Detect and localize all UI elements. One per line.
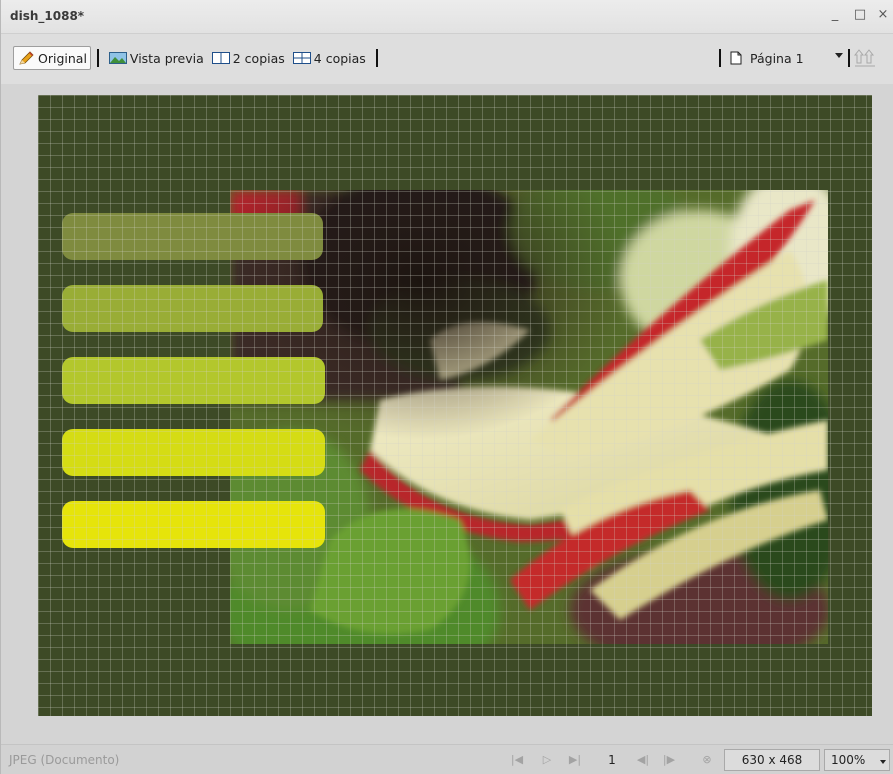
color-swatch-bar[interactable] [62, 285, 323, 332]
first-page-icon[interactable]: |◀ [510, 751, 524, 769]
status-bar: JPEG (Documento) |◀ ▷ ▶| 1 ◀| |▶ ⊗ 630 x… [1, 744, 893, 774]
chevron-down-icon [880, 760, 886, 764]
original-view-label: Original [38, 50, 87, 66]
color-swatch-bar[interactable] [62, 357, 325, 404]
preview-view-button[interactable]: Vista previa [105, 46, 208, 70]
page-select-value: Página 1 [750, 50, 804, 66]
pencil-icon [17, 51, 35, 65]
stop-icon[interactable]: ⊗ [700, 751, 714, 769]
original-view-button[interactable]: Original [13, 46, 91, 70]
title-bar: dish_1088* _ □ × [1, 0, 893, 34]
toolbar-separator [96, 49, 99, 67]
last-page-icon[interactable]: ▶| [568, 751, 582, 769]
canvas-area[interactable] [1, 84, 893, 744]
forward-icon[interactable]: |▶ [661, 751, 677, 769]
four-copies-label: 4 copias [313, 50, 366, 66]
landscape-image-icon [108, 51, 127, 65]
color-swatch-bar[interactable] [62, 501, 325, 548]
zoom-select[interactable]: 100% [824, 749, 890, 771]
four-panel-icon [292, 51, 311, 65]
image-dimensions: 630 x 468 [724, 749, 820, 771]
design-canvas[interactable] [38, 95, 872, 716]
window-title: dish_1088* [10, 9, 85, 23]
view-toolbar: Original Vista previa 2 copias 4 copias … [1, 34, 893, 84]
document-window: dish_1088* _ □ × Original Vista previa 2… [0, 0, 893, 774]
two-panel-icon [211, 51, 230, 65]
page-icon [730, 51, 744, 65]
document-format: JPEG (Documento) [9, 753, 120, 767]
page-controls: Página 1 [713, 45, 876, 71]
page-select[interactable]: Página 1 [727, 46, 845, 70]
zoom-value: 100% [831, 753, 866, 767]
upload-icon[interactable] [853, 48, 876, 68]
current-page-number: 1 [608, 753, 616, 767]
maximize-button[interactable]: □ [852, 7, 868, 23]
minimize-button[interactable]: _ [827, 7, 843, 23]
food-photo[interactable] [230, 190, 828, 644]
close-button[interactable]: × [875, 7, 891, 23]
color-swatch-bar[interactable] [62, 429, 325, 476]
two-copies-button[interactable]: 2 copias [208, 46, 289, 70]
toolbar-separator [719, 49, 721, 67]
view-mode-group: Original Vista previa 2 copias 4 copias [13, 45, 384, 71]
chevron-down-icon [835, 53, 843, 58]
toolbar-separator [375, 49, 378, 67]
preview-view-label: Vista previa [129, 50, 204, 66]
four-copies-button[interactable]: 4 copias [289, 46, 370, 70]
color-swatch-bar[interactable] [62, 213, 323, 260]
play-icon[interactable]: ▷ [540, 751, 554, 769]
toolbar-separator [848, 49, 850, 67]
rewind-icon[interactable]: ◀| [635, 751, 651, 769]
two-copies-label: 2 copias [232, 50, 285, 66]
